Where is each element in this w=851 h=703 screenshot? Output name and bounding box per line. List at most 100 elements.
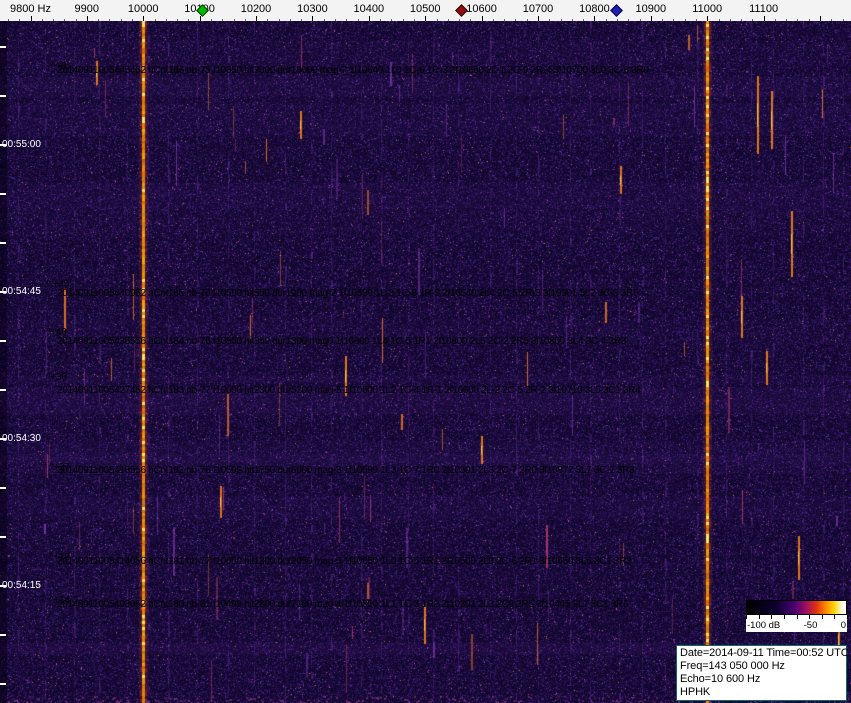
freq-tick-minor — [53, 19, 54, 21]
freq-tick-minor — [492, 19, 494, 21]
freq-tick-minor — [188, 19, 190, 21]
freq-tick-minor — [233, 19, 235, 21]
freq-tick-minor — [222, 19, 224, 21]
legend-min-label: -100 dB — [747, 620, 781, 631]
freq-tick-minor — [210, 19, 212, 21]
spectrogram-canvas — [0, 21, 851, 703]
freq-tick-minor — [391, 19, 393, 21]
freq-tick-minor — [583, 19, 585, 21]
freq-tick-minor — [323, 19, 325, 21]
freq-tick-major — [86, 16, 88, 21]
freq-tick-major — [30, 16, 32, 21]
freq-label-10300: 10300 — [297, 3, 328, 15]
freq-tick-major — [312, 16, 314, 21]
freq-tick-minor — [797, 19, 799, 21]
db-color-scale: -100 dB -50 0 — [746, 600, 848, 632]
freq-tick-minor — [662, 19, 664, 21]
freq-tick-minor — [335, 19, 336, 21]
freq-label-10900: 10900 — [635, 3, 667, 15]
freq-tick-major — [650, 16, 652, 21]
legend-tick — [796, 615, 798, 619]
freq-tick-minor — [346, 19, 348, 21]
freq-tick-minor — [289, 19, 291, 21]
freq-label-10000: 10000 — [127, 3, 159, 15]
legend-tick — [821, 615, 823, 619]
freq-tick-minor — [154, 19, 156, 21]
freq-tick-minor — [64, 19, 66, 21]
freq-tick-minor — [357, 19, 359, 21]
freq-label-11000: 11000 — [692, 3, 723, 15]
legend-tick — [847, 615, 848, 619]
freq-tick-minor — [560, 19, 562, 21]
freq-tick-minor — [729, 19, 731, 21]
freq-tick-minor — [7, 19, 9, 21]
legend-tick — [809, 615, 811, 619]
freq-tick-minor — [41, 19, 43, 21]
freq-tick-minor — [673, 19, 675, 21]
info-echo-freq: Echo=10 600 Hz — [680, 673, 761, 685]
freq-tick-minor — [177, 19, 179, 21]
freq-tick-minor — [842, 19, 844, 21]
freq-tick-minor — [605, 19, 607, 21]
freq-tick-minor — [628, 19, 630, 21]
freq-tick-minor — [459, 19, 461, 21]
freq-label-10200: 10200 — [240, 3, 272, 15]
freq-tick-minor — [526, 19, 528, 21]
freq-tick-minor — [19, 19, 21, 21]
info-date-time: Date=2014-09-11 Time=00:52 UTC — [680, 647, 849, 659]
freq-tick-minor — [98, 19, 100, 21]
freq-tick-major — [199, 16, 201, 21]
legend-max-label: 0 — [840, 620, 846, 631]
freq-tick-major — [256, 16, 257, 21]
freq-tick-minor — [549, 19, 551, 21]
freq-tick-minor — [504, 19, 506, 21]
freq-tick-minor — [639, 19, 641, 21]
freq-label-10600: 10600 — [466, 3, 497, 15]
freq-tick-minor — [515, 19, 517, 21]
freq-tick-minor — [617, 19, 618, 21]
legend-tick — [834, 615, 836, 619]
freq-label-10700: 10700 — [522, 3, 554, 15]
freq-tick-minor — [808, 19, 810, 21]
freq-tick-major — [538, 16, 539, 21]
blue-diamond-marker[interactable] — [610, 4, 623, 17]
freq-tick-minor — [402, 19, 404, 21]
color-scale-ticks — [746, 615, 848, 620]
freq-tick-major — [368, 16, 370, 21]
freq-label-9800: 9800 Hz — [10, 3, 51, 15]
freq-tick-minor — [301, 19, 303, 21]
freq-label-10400: 10400 — [353, 3, 385, 15]
freq-label-10500: 10500 — [409, 3, 441, 15]
freq-tick-major — [763, 16, 765, 21]
freq-tick-major — [425, 16, 427, 21]
freq-tick-minor — [470, 19, 472, 21]
freq-tick-minor — [786, 19, 788, 21]
status-info-box: Date=2014-09-11 Time=00:52 UTC Freq=143 … — [676, 645, 849, 701]
freq-tick-minor — [684, 19, 686, 21]
color-gradient-bar — [746, 600, 847, 615]
frequency-ruler: 9800 Hz990010000101001020010300104001050… — [0, 0, 851, 21]
legend-mid-label: -50 — [803, 620, 818, 631]
freq-tick-major — [481, 16, 483, 21]
freq-tick-minor — [120, 19, 122, 21]
legend-tick — [758, 615, 760, 619]
freq-tick-minor — [752, 19, 754, 21]
freq-tick-minor — [413, 19, 415, 21]
freq-tick-minor — [109, 19, 111, 21]
freq-tick-major — [594, 16, 596, 21]
freq-tick-minor — [571, 19, 573, 21]
freq-tick-minor — [436, 19, 438, 21]
freq-label-9900: 9900 — [74, 3, 100, 15]
freq-tick-minor — [741, 19, 742, 21]
freq-tick-major — [707, 16, 709, 21]
legend-tick — [771, 615, 773, 619]
legend-tick — [783, 615, 785, 619]
freq-tick-major — [143, 16, 145, 21]
freq-tick-minor — [267, 19, 269, 21]
freq-tick-minor — [75, 19, 77, 21]
freq-tick-minor — [831, 19, 833, 21]
freq-tick-minor — [774, 19, 776, 21]
freq-tick-minor — [278, 19, 280, 21]
freq-tick-minor — [718, 19, 720, 21]
info-station-id: HPHK — [680, 686, 711, 698]
